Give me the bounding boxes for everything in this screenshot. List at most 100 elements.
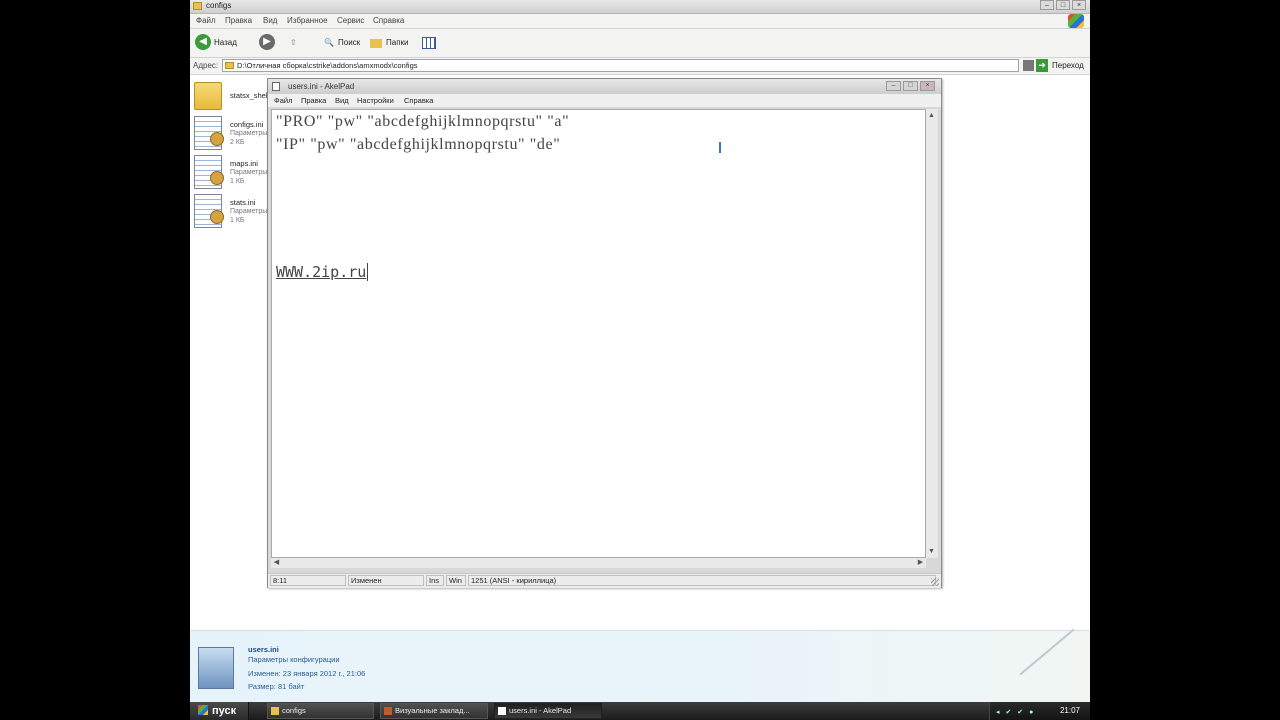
- search-icon: 🔍: [324, 38, 334, 47]
- go-arrow-icon[interactable]: ➜: [1036, 59, 1048, 72]
- close-button[interactable]: ×: [1072, 0, 1086, 10]
- file-name: configs.ini: [230, 120, 264, 129]
- explorer-title-bar[interactable]: configs – □ ×: [190, 0, 1090, 14]
- ini-file-icon: [194, 194, 224, 228]
- system-tray: ◂ ✔ ✔ ● 21:07: [989, 702, 1090, 720]
- explorer-menu-bar: Файл Правка Вид Избранное Сервис Справка: [190, 14, 1090, 29]
- text-caret: [719, 142, 721, 153]
- file-name: stats.ini: [230, 198, 256, 207]
- folder-icon: [225, 62, 234, 69]
- address-input[interactable]: D:\Отличная сборка\cstrike\addons\amxmod…: [222, 59, 1019, 72]
- horizontal-scrollbar[interactable]: ◀ ▶: [271, 558, 926, 568]
- file-type: Параметры: [230, 169, 268, 176]
- scroll-down-icon[interactable]: ▼: [927, 547, 936, 556]
- taskbar: пуск configs Визуальные заклад... users.…: [190, 702, 1090, 720]
- status-modified: Изменен: [348, 575, 424, 586]
- views-icon[interactable]: [422, 37, 436, 49]
- details-pane: users.ini Параметры конфигурации Изменен…: [190, 628, 1090, 703]
- task-label: users.ini - AkelPad: [509, 706, 572, 715]
- menu-help[interactable]: Справка: [404, 96, 433, 105]
- up-folder-icon[interactable]: ⇧: [290, 38, 297, 47]
- file-type: Параметры: [230, 130, 268, 137]
- file-type: Параметры: [230, 208, 268, 215]
- scroll-up-icon[interactable]: ▲: [927, 111, 936, 120]
- text-line-2: "IP" "pw" "abcdefghijklmnopqrstu" "de": [276, 136, 561, 153]
- clock[interactable]: 21:07: [1060, 706, 1080, 715]
- status-bar: 8:11 Изменен Ins Win 1251 (ANSI - кирилл…: [268, 573, 941, 588]
- folder-icon: [271, 707, 279, 715]
- menu-file[interactable]: Файл: [196, 16, 216, 25]
- menu-favorites[interactable]: Избранное: [287, 16, 328, 25]
- folder-icon: [194, 82, 222, 110]
- details-file-type: Параметры конфигурации: [248, 655, 340, 664]
- ini-file-icon: [198, 647, 234, 689]
- file-size: 2 КБ: [230, 139, 245, 146]
- ini-file-icon: [194, 116, 224, 150]
- status-position: 8:11: [270, 575, 346, 586]
- back-button[interactable]: Назад: [214, 38, 237, 47]
- taskbar-item-bookmarks[interactable]: Визуальные заклад...: [380, 703, 488, 719]
- menu-edit[interactable]: Правка: [225, 16, 252, 25]
- vertical-scrollbar[interactable]: ▲ ▼: [926, 109, 938, 558]
- close-button[interactable]: ×: [920, 81, 935, 91]
- akelpad-title: users.ini - AkelPad: [288, 82, 355, 91]
- taskbar-item-configs[interactable]: configs: [267, 703, 374, 719]
- watermark-link: WWW.2ip.ru: [276, 263, 369, 281]
- explorer-toolbar: ◀ Назад ▶ ⇧ 🔍 Поиск Папки: [190, 29, 1090, 58]
- akelpad-window: users.ini - AkelPad – □ × Файл Правка Ви…: [267, 78, 942, 588]
- folder-icon: [193, 2, 202, 10]
- menu-file[interactable]: Файл: [274, 96, 292, 105]
- address-path: D:\Отличная сборка\cstrike\addons\amxmod…: [237, 61, 418, 70]
- details-modified: Изменен: 23 января 2012 г., 21:06: [248, 669, 366, 678]
- address-bar: Адрес: D:\Отличная сборка\cstrike\addons…: [190, 58, 1090, 75]
- status-eol: Win: [446, 575, 466, 586]
- akelpad-icon: [498, 707, 506, 715]
- task-label: configs: [282, 706, 306, 715]
- task-label: Визуальные заклад...: [395, 706, 470, 715]
- windows-logo-icon: [198, 705, 208, 715]
- details-size: Размер: 81 байт: [248, 682, 305, 691]
- menu-view[interactable]: Вид: [335, 96, 349, 105]
- minimize-button[interactable]: –: [886, 81, 901, 91]
- scroll-left-icon[interactable]: ◀: [272, 558, 281, 568]
- scroll-right-icon[interactable]: ▶: [916, 558, 925, 568]
- go-button[interactable]: Переход: [1052, 61, 1084, 70]
- folders-icon: [370, 39, 382, 48]
- menu-help[interactable]: Справка: [373, 16, 404, 25]
- file-size: 1 КБ: [230, 178, 245, 185]
- start-label: пуск: [212, 705, 237, 717]
- akelpad-title-bar[interactable]: users.ini - AkelPad – □ ×: [268, 79, 941, 94]
- text-line-1: "PRO" "pw" "abcdefghijklmnopqrstu" "a": [276, 113, 570, 130]
- menu-settings[interactable]: Настройки: [357, 96, 394, 105]
- minimize-button[interactable]: –: [1040, 0, 1054, 10]
- windows-logo-icon: [1068, 14, 1084, 28]
- dropdown-icon[interactable]: [1023, 60, 1034, 71]
- text-editor[interactable]: "PRO" "pw" "abcdefghijklmnopqrstu" "a" "…: [271, 109, 926, 558]
- file-name: maps.ini: [230, 159, 258, 168]
- search-button[interactable]: Поиск: [338, 38, 360, 47]
- details-file-name: users.ini: [248, 645, 279, 654]
- notepad-icon: [272, 82, 280, 91]
- taskbar-item-akelpad[interactable]: users.ini - AkelPad: [494, 703, 602, 719]
- menu-edit[interactable]: Правка: [301, 96, 326, 105]
- file-size: 1 КБ: [230, 217, 245, 224]
- back-arrow-icon[interactable]: ◀: [195, 34, 211, 50]
- ini-file-icon: [194, 155, 224, 189]
- status-codepage: 1251 (ANSI - кириллица): [468, 575, 936, 586]
- maximize-button[interactable]: □: [1056, 0, 1070, 10]
- start-button[interactable]: пуск: [190, 702, 249, 720]
- file-name: statsx_shell: [230, 91, 270, 100]
- resize-grip-icon[interactable]: [931, 578, 939, 586]
- folders-button[interactable]: Папки: [386, 38, 409, 47]
- address-label: Адрес:: [193, 61, 219, 70]
- menu-tools[interactable]: Сервис: [337, 16, 364, 25]
- maximize-button[interactable]: □: [903, 81, 918, 91]
- explorer-title: configs: [206, 1, 232, 10]
- menu-view[interactable]: Вид: [263, 16, 277, 25]
- akelpad-menu-bar: Файл Правка Вид Настройки Справка: [268, 94, 941, 107]
- status-insert-mode: Ins: [426, 575, 444, 586]
- pen-decoration-icon: [1019, 628, 1075, 676]
- tray-icons[interactable]: ◂ ✔ ✔ ●: [996, 708, 1035, 716]
- browser-icon: [384, 707, 392, 715]
- forward-arrow-icon[interactable]: ▶: [259, 34, 275, 50]
